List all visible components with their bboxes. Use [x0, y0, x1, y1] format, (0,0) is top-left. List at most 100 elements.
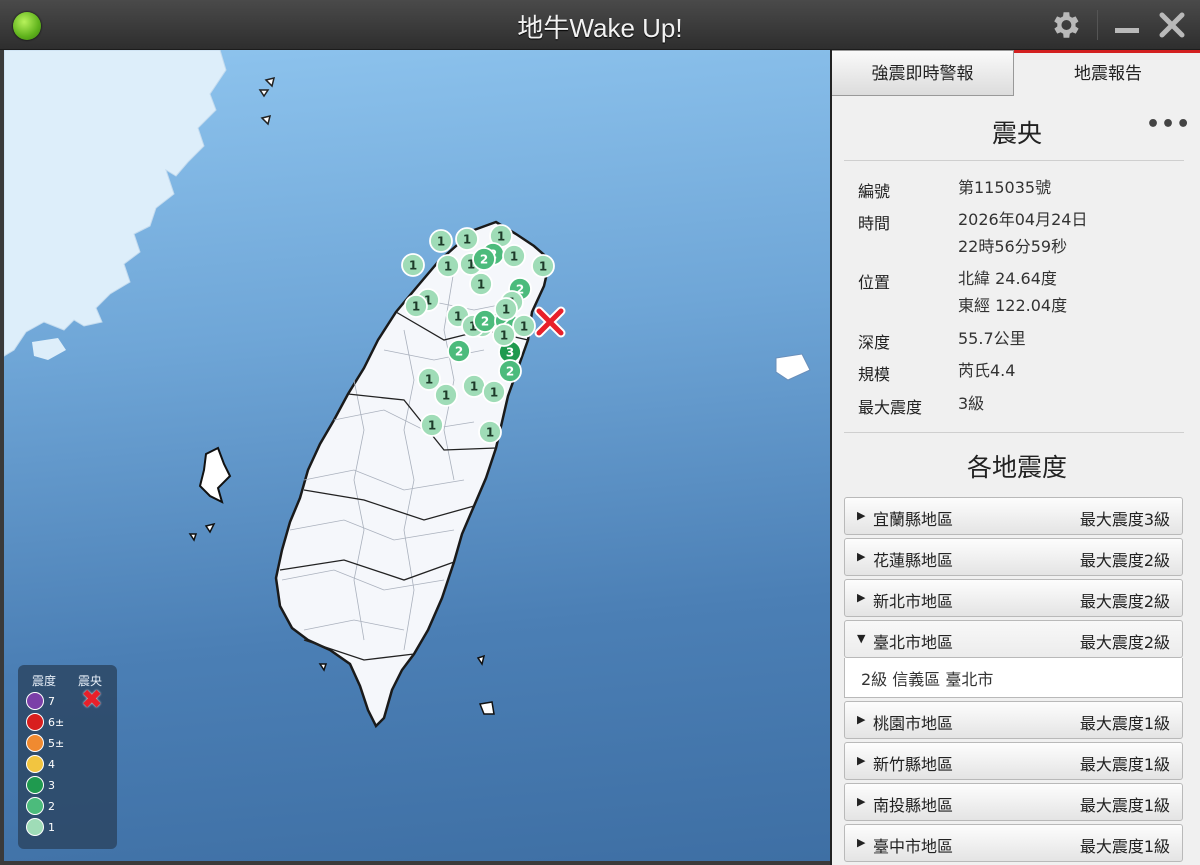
station-marker[interactable]: 1: [404, 294, 428, 318]
legend-level-label: 6±: [48, 715, 65, 729]
region-name: 宜蘭縣地區: [873, 510, 954, 529]
legend-level-label: 1: [48, 820, 55, 834]
region-taipei[interactable]: ▼ 臺北市地區 最大震度2級: [844, 620, 1183, 658]
green-island: [476, 654, 486, 666]
expand-arrow-icon: ▶: [857, 795, 866, 808]
info-label-max-intensity: 最大震度: [858, 398, 923, 417]
region-name: 臺北市地區: [873, 633, 954, 652]
station-marker[interactable]: 1: [401, 253, 425, 277]
info-label-magnitude: 規模: [858, 365, 891, 384]
legend-level-4: 4: [26, 754, 55, 774]
region-new-taipei[interactable]: ▶ 新北市地區 最大震度2級: [844, 579, 1183, 617]
station-marker[interactable]: 1: [420, 413, 444, 437]
station-marker[interactable]: 2: [472, 247, 496, 271]
legend-swatch-icon: [26, 692, 44, 710]
map-canvas: 111211211111211111221123211111111: [4, 50, 811, 729]
legend-epicenter-icon: ✖: [81, 685, 103, 715]
collapse-arrow-icon: ▼: [857, 632, 866, 645]
window-title: 地牛Wake Up!: [517, 13, 683, 43]
info-value-id: 第115035號: [958, 178, 1052, 197]
station-intensity-label: 2: [480, 253, 488, 267]
mainland-coast: [4, 50, 227, 357]
station-marker[interactable]: 1: [492, 323, 516, 347]
station-marker[interactable]: 1: [482, 380, 506, 404]
station-intensity-label: 1: [490, 386, 498, 400]
station-intensity-label: 1: [539, 260, 547, 274]
region-taichung[interactable]: ▶ 臺中市地區 最大震度1級: [844, 824, 1183, 862]
station-marker[interactable]: 2: [447, 339, 471, 363]
minimize-icon[interactable]: [1108, 6, 1146, 44]
station-marker[interactable]: 1: [502, 244, 526, 268]
region-hualien[interactable]: ▶ 花蓮縣地區 最大震度2級: [844, 538, 1183, 576]
station-intensity-label: 1: [477, 278, 485, 292]
info-value-latitude: 北緯 24.64度: [958, 269, 1057, 288]
station-marker[interactable]: 1: [531, 254, 555, 278]
station-intensity-label: 1: [500, 329, 508, 343]
station-intensity-label: 1: [502, 303, 510, 317]
station-marker[interactable]: 1: [462, 374, 486, 398]
legend-level-5: 3: [26, 775, 55, 795]
station-marker[interactable]: 1: [494, 297, 518, 321]
more-options-icon[interactable]: •••: [1146, 112, 1191, 137]
region-name: 臺中市地區: [873, 837, 954, 856]
legend-level-label: 7: [48, 694, 55, 708]
station-intensity-label: 1: [412, 300, 420, 314]
station-marker[interactable]: 1: [429, 229, 453, 253]
region-name: 新竹縣地區: [873, 755, 954, 774]
region-detail-row: 2級 信義區 臺北市: [844, 658, 1183, 698]
expand-arrow-icon: ▶: [857, 591, 866, 604]
info-label-depth: 深度: [858, 333, 891, 352]
epicenter-marker: [534, 306, 566, 338]
region-name: 桃園市地區: [873, 714, 954, 733]
legend-swatch-icon: [26, 797, 44, 815]
legend-level-7: 1: [26, 817, 55, 837]
station-intensity-label: 1: [428, 419, 436, 433]
region-name: 花蓮縣地區: [873, 551, 954, 570]
station-marker[interactable]: 1: [478, 420, 502, 444]
region-hsinchu[interactable]: ▶ 新竹縣地區 最大震度1級: [844, 742, 1183, 780]
station-intensity-label: 1: [497, 230, 505, 244]
legend-swatch-icon: [26, 713, 44, 731]
station-marker[interactable]: 1: [512, 314, 536, 338]
legend-level-label: 2: [48, 799, 55, 813]
close-icon[interactable]: [1153, 6, 1191, 44]
station-intensity-label: 1: [520, 320, 528, 334]
expand-arrow-icon: ▶: [857, 754, 866, 767]
station-marker[interactable]: 2: [498, 359, 522, 383]
earthquake-map[interactable]: 111211211111211111221123211111111 震度 震央 …: [4, 50, 830, 861]
coast-island: [32, 338, 66, 360]
divider: [844, 432, 1184, 433]
region-max-intensity: 最大震度3級: [1079, 510, 1170, 529]
expand-arrow-icon: ▶: [857, 509, 866, 522]
station-intensity-label: 2: [481, 315, 489, 329]
epicenter-heading: 震央: [991, 119, 1042, 148]
expand-arrow-icon: ▶: [857, 550, 866, 563]
matsu-islet: [264, 76, 276, 88]
station-marker[interactable]: 1: [436, 254, 460, 278]
legend-intensity-header: 震度: [32, 674, 57, 688]
region-yilan[interactable]: ▶ 宜蘭縣地區 最大震度3級: [844, 497, 1183, 535]
legend-swatch-icon: [26, 818, 44, 836]
region-nantou[interactable]: ▶ 南投縣地區 最大震度1級: [844, 783, 1183, 821]
info-value-max-intensity: 3級: [958, 394, 985, 413]
expand-arrow-icon: ▶: [857, 713, 866, 726]
station-intensity-label: 1: [444, 260, 452, 274]
legend-level-label: 5±: [48, 736, 65, 750]
station-marker[interactable]: 1: [434, 383, 458, 407]
tab-realtime-alert[interactable]: 強震即時警報: [832, 50, 1014, 96]
panel-tabs: 強震即時警報 地震報告: [832, 50, 1200, 96]
station-intensity-label: 1: [470, 380, 478, 394]
station-marker[interactable]: 2: [473, 309, 497, 333]
station-marker[interactable]: 1: [417, 367, 441, 391]
tab-earthquake-report[interactable]: 地震報告: [1014, 50, 1200, 96]
region-taoyuan[interactable]: ▶ 桃園市地區 最大震度1級: [844, 701, 1183, 739]
islet: [318, 663, 328, 672]
station-marker[interactable]: 1: [455, 227, 479, 251]
station-intensity-label: 1: [486, 426, 494, 440]
info-label-location: 位置: [858, 273, 891, 292]
legend-swatch-icon: [26, 776, 44, 794]
station-marker[interactable]: 1: [469, 272, 493, 296]
intensity-legend: 震度 震央 ✖ 7 6± 5± 4 3 2 1: [18, 665, 117, 849]
region-max-intensity: 最大震度1級: [1079, 796, 1170, 815]
settings-gear-icon[interactable]: [1046, 6, 1084, 44]
